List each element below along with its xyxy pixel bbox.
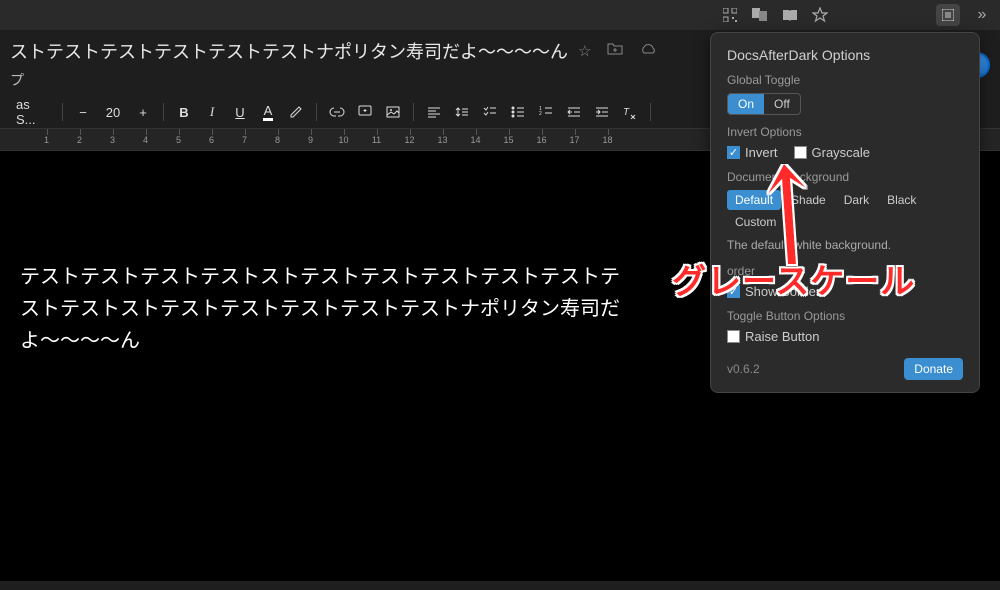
ruler-mark: 9 <box>294 129 327 150</box>
image-button[interactable] <box>381 100 405 124</box>
ruler-mark: 11 <box>360 129 393 150</box>
bg-dark[interactable]: Dark <box>836 190 877 210</box>
extension-popup: DocsAfterDark Options Global Toggle On O… <box>710 32 980 393</box>
background-desc: The default, white background. <box>727 238 963 252</box>
svg-text:2: 2 <box>539 111 542 117</box>
page[interactable]: テストテストテストテストストテストテストテストテストテストテストテストストテスト… <box>0 171 640 557</box>
ruler-mark: 2 <box>63 129 96 150</box>
ruler-mark: 5 <box>162 129 195 150</box>
qr-icon[interactable] <box>722 7 738 23</box>
more-icon[interactable]: » <box>974 7 990 23</box>
indent-increase-button[interactable] <box>590 100 614 124</box>
page-body-text[interactable]: テストテストテストテストストテストテストテストテストテストテストテストストテスト… <box>20 261 620 357</box>
font-family-select[interactable]: as S... <box>10 100 54 124</box>
font-size-input[interactable]: 20 <box>99 100 127 124</box>
popup-title: DocsAfterDark Options <box>727 47 963 63</box>
highlight-button[interactable] <box>284 100 308 124</box>
bold-button[interactable]: B <box>172 100 196 124</box>
checkbox-unchecked-icon <box>727 330 740 343</box>
underline-button[interactable]: U <box>228 100 252 124</box>
ruler-mark: 8 <box>261 129 294 150</box>
bg-default[interactable]: Default <box>727 190 781 210</box>
toggle-off[interactable]: Off <box>764 94 800 114</box>
toggle-button-options-label: Toggle Button Options <box>727 309 963 323</box>
align-button[interactable] <box>422 100 446 124</box>
font-size-increase[interactable]: + <box>131 100 155 124</box>
version-text: v0.6.2 <box>727 362 760 376</box>
ruler-mark: 1 <box>30 129 63 150</box>
document-title[interactable]: ストテストテストテストテストテストナポリタン寿司だよ〜〜〜〜ん <box>10 38 568 64</box>
grayscale-label: Grayscale <box>812 145 871 160</box>
star-icon[interactable] <box>812 7 828 23</box>
extensions-button[interactable] <box>936 4 960 26</box>
bg-custom[interactable]: Custom <box>727 212 784 232</box>
line-spacing-button[interactable] <box>450 100 474 124</box>
cloud-icon[interactable] <box>639 42 657 60</box>
translate-icon[interactable] <box>752 7 768 23</box>
checklist-button[interactable] <box>478 100 502 124</box>
bg-shade[interactable]: Shade <box>783 190 834 210</box>
checkbox-unchecked-icon <box>794 146 807 159</box>
text-color-button[interactable]: A <box>256 100 280 124</box>
invert-label: Invert <box>745 145 778 160</box>
grayscale-checkbox[interactable]: Grayscale <box>794 145 871 160</box>
browser-top-bar: » <box>0 0 1000 30</box>
ruler-mark: 12 <box>393 129 426 150</box>
clear-format-button[interactable]: T <box>618 100 642 124</box>
ruler-mark: 6 <box>195 129 228 150</box>
raise-button-checkbox[interactable]: Raise Button <box>727 329 963 344</box>
ruler-mark: 7 <box>228 129 261 150</box>
move-folder-icon[interactable] <box>607 42 623 60</box>
invert-options-label: Invert Options <box>727 125 963 139</box>
background-options: Default Shade Dark Black Custom <box>727 190 963 232</box>
star-outline-icon[interactable]: ☆ <box>578 42 591 60</box>
invert-checkbox[interactable]: ✓ Invert <box>727 145 778 160</box>
document-background-label: Document Background <box>727 170 963 184</box>
ruler-mark: 4 <box>129 129 162 150</box>
ruler-mark: 3 <box>96 129 129 150</box>
ruler-mark: 16 <box>525 129 558 150</box>
font-size-decrease[interactable]: − <box>71 100 95 124</box>
global-toggle-label: Global Toggle <box>727 73 963 87</box>
checkbox-checked-icon: ✓ <box>727 146 740 159</box>
donate-button[interactable]: Donate <box>904 358 963 380</box>
global-toggle: On Off <box>727 93 801 115</box>
indent-decrease-button[interactable] <box>562 100 586 124</box>
raise-button-label: Raise Button <box>745 329 819 344</box>
ruler-mark: 18 <box>591 129 624 150</box>
numbered-list-button[interactable]: 12 <box>534 100 558 124</box>
annotation-text: グレースケール <box>672 254 915 303</box>
toggle-on[interactable]: On <box>728 94 764 114</box>
bulleted-list-button[interactable] <box>506 100 530 124</box>
ruler-mark: 15 <box>492 129 525 150</box>
bg-black[interactable]: Black <box>879 190 924 210</box>
comment-button[interactable] <box>353 100 377 124</box>
svg-text:T: T <box>623 107 630 118</box>
link-button[interactable] <box>325 100 349 124</box>
book-icon[interactable] <box>782 7 798 23</box>
italic-button[interactable]: I <box>200 100 224 124</box>
ruler-mark: 17 <box>558 129 591 150</box>
ruler-mark: 14 <box>459 129 492 150</box>
ruler-mark: 10 <box>327 129 360 150</box>
ruler-mark: 13 <box>426 129 459 150</box>
